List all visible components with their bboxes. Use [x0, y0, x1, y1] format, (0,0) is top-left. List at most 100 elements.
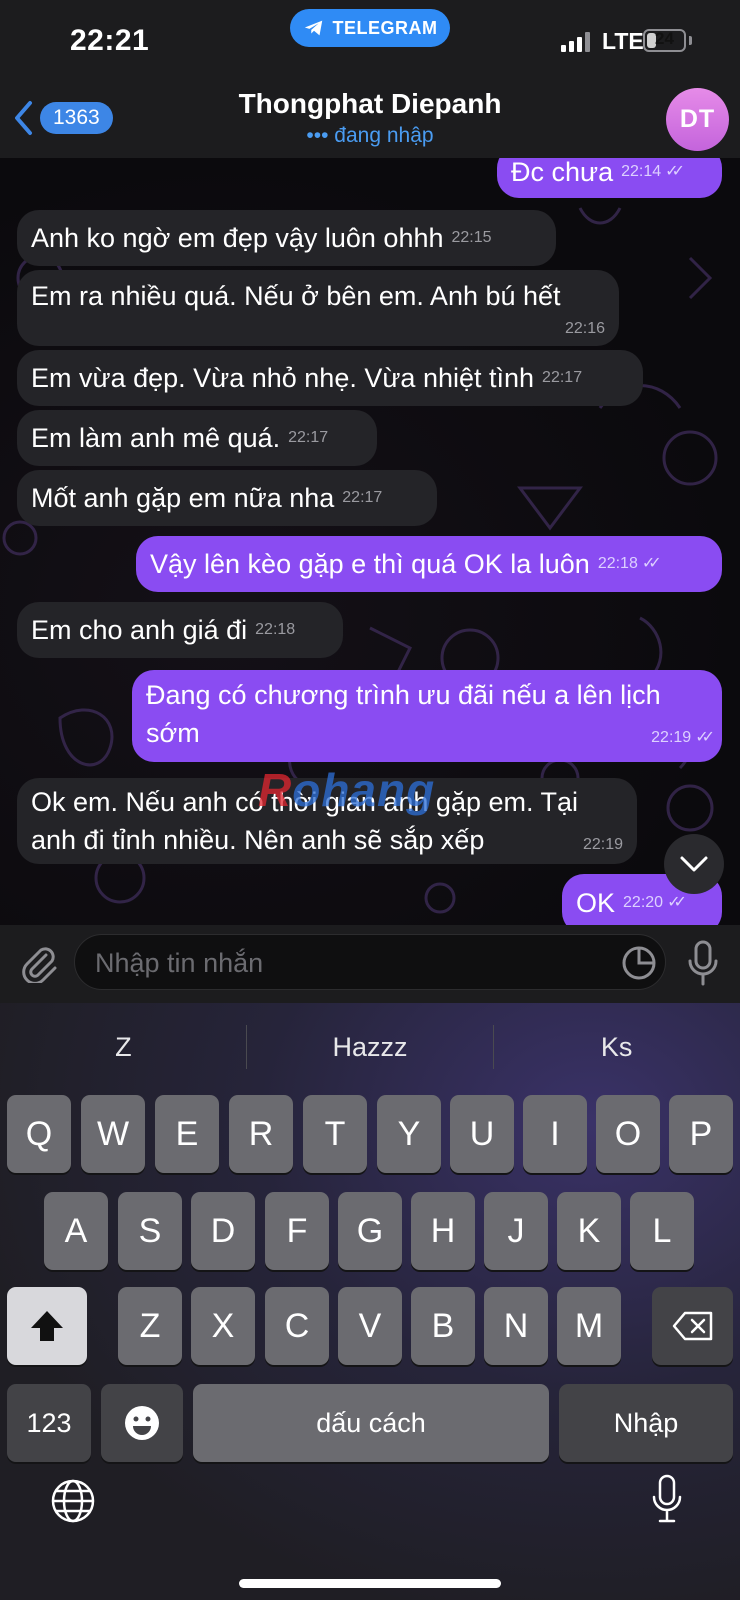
message-text-line2: anh đi tỉnh nhiều. Nên anh sẽ sắp xếp: [31, 825, 485, 855]
shift-icon: [31, 1311, 63, 1341]
message-bubble[interactable]: Đc chưa 22:14 ✓✓: [497, 158, 722, 198]
message-text: Em cho anh giá đi: [31, 615, 248, 645]
contact-name[interactable]: Thongphat Diepanh: [0, 88, 740, 120]
read-checks-icon: ✓✓: [665, 163, 685, 180]
sticker-icon[interactable]: [621, 945, 657, 981]
message-bubble[interactable]: Mốt anh gặp em nữa nha 22:17: [17, 470, 437, 526]
signal-icon: [561, 30, 590, 52]
read-checks-icon: ✓✓: [641, 555, 662, 572]
backspace-icon: [672, 1311, 712, 1341]
telegram-pill[interactable]: TELEGRAM: [290, 9, 450, 47]
message-time: 22:18: [597, 555, 638, 572]
message-text: Em vừa đẹp. Vừa nhỏ nhẹ. Vừa nhiệt tình: [31, 363, 535, 393]
key-a[interactable]: A: [44, 1192, 108, 1270]
key-b[interactable]: B: [411, 1287, 475, 1365]
message-text: Vậy lên kèo gặp e thì quá OK la luôn: [150, 549, 590, 579]
numbers-key[interactable]: 123: [7, 1384, 91, 1462]
telegram-icon: [304, 20, 322, 36]
message-time: 22:16: [564, 320, 605, 337]
message-text: Anh ko ngờ em đẹp vậy luôn ohhh: [31, 223, 444, 253]
return-key[interactable]: Nhập: [559, 1384, 733, 1462]
backspace-key[interactable]: [652, 1287, 733, 1365]
key-z[interactable]: Z: [118, 1287, 182, 1365]
key-i[interactable]: I: [523, 1095, 587, 1173]
key-y[interactable]: Y: [377, 1095, 441, 1173]
shift-key[interactable]: [7, 1287, 87, 1365]
key-v[interactable]: V: [338, 1287, 402, 1365]
message-field[interactable]: [74, 934, 666, 990]
home-indicator[interactable]: [239, 1579, 501, 1588]
message-input[interactable]: [95, 943, 585, 983]
message-time: 22:17: [288, 429, 329, 446]
message-bubble[interactable]: Em vừa đẹp. Vừa nhỏ nhẹ. Vừa nhiệt tình …: [17, 350, 643, 406]
message-time: 22:20: [623, 894, 664, 911]
globe-icon[interactable]: [50, 1478, 96, 1524]
message-time: 22:19: [651, 729, 692, 746]
key-f[interactable]: F: [265, 1192, 329, 1270]
message-bubble[interactable]: Vậy lên kèo gặp e thì quá OK la luôn 22:…: [136, 536, 722, 592]
key-k[interactable]: K: [557, 1192, 621, 1270]
message-input-bar: [0, 925, 740, 1003]
key-d[interactable]: D: [191, 1192, 255, 1270]
suggestion-1[interactable]: Z: [0, 1003, 247, 1091]
key-u[interactable]: U: [450, 1095, 514, 1173]
key-o[interactable]: O: [596, 1095, 660, 1173]
key-p[interactable]: P: [669, 1095, 733, 1173]
message-time: 22:18: [255, 621, 296, 638]
message-text: Em ra nhiều quá. Nếu ở bên em. Anh bú hế…: [31, 281, 561, 311]
chat-area[interactable]: Đc chưa 22:14 ✓✓ Anh ko ngờ em đẹp vậy l…: [0, 158, 740, 925]
message-time: 22:17: [542, 369, 583, 386]
message-bubble[interactable]: Anh ko ngờ em đẹp vậy luôn ohhh 22:15: [17, 210, 556, 266]
message-bubble[interactable]: Em làm anh mê quá. 22:17: [17, 410, 377, 466]
message-time: 22:15: [451, 229, 492, 246]
message-time: 22:14: [621, 163, 662, 180]
battery-level: 24: [655, 29, 674, 48]
mic-icon[interactable]: [686, 939, 720, 987]
key-m[interactable]: M: [557, 1287, 621, 1365]
battery-tip: [689, 36, 692, 45]
scroll-to-bottom-button[interactable]: [664, 834, 724, 894]
message-text-line2: sớm: [146, 718, 200, 748]
keyboard: Z Hazzz Ks Q W E R T Y U I O P A S D F G…: [0, 1003, 740, 1600]
key-e[interactable]: E: [155, 1095, 219, 1173]
read-checks-icon: ✓✓: [695, 729, 715, 746]
key-h[interactable]: H: [411, 1192, 475, 1270]
network-label: LTE: [602, 28, 644, 54]
emoji-key[interactable]: [101, 1384, 183, 1462]
key-g[interactable]: G: [338, 1192, 402, 1270]
key-c[interactable]: C: [265, 1287, 329, 1365]
key-q[interactable]: Q: [7, 1095, 71, 1173]
suggestion-divider: [493, 1025, 494, 1069]
key-x[interactable]: X: [191, 1287, 255, 1365]
typing-status: ••• đang nhập: [306, 124, 434, 147]
message-text: Đc chưa: [511, 158, 614, 187]
attach-icon[interactable]: [18, 943, 58, 983]
key-l[interactable]: L: [630, 1192, 694, 1270]
battery-icon: 24: [643, 29, 686, 52]
key-r[interactable]: R: [229, 1095, 293, 1173]
message-bubble[interactable]: Đang có chương trình ưu đãi nếu a lên lị…: [132, 670, 722, 762]
key-t[interactable]: T: [303, 1095, 367, 1173]
message-time: 22:19: [582, 836, 623, 853]
key-w[interactable]: W: [81, 1095, 145, 1173]
avatar[interactable]: DT: [666, 88, 729, 151]
chevron-down-icon: [680, 856, 708, 872]
message-text: Mốt anh gặp em nữa nha: [31, 483, 335, 513]
status-bar: 22:21 TELEGRAM LTE 24: [0, 0, 740, 82]
message-time: 22:17: [342, 489, 383, 506]
suggestion-2[interactable]: Hazzz: [247, 1003, 494, 1091]
key-j[interactable]: J: [484, 1192, 548, 1270]
message-text: Em làm anh mê quá.: [31, 423, 281, 453]
message-text: OK: [576, 888, 616, 918]
key-s[interactable]: S: [118, 1192, 182, 1270]
key-n[interactable]: N: [484, 1287, 548, 1365]
emoji-icon: [125, 1406, 159, 1440]
message-text-line1: Đang có chương trình ưu đãi nếu a lên lị…: [146, 680, 661, 710]
message-bubble[interactable]: Em ra nhiều quá. Nếu ở bên em. Anh bú hế…: [17, 270, 619, 346]
message-bubble[interactable]: Em cho anh giá đi 22:18: [17, 602, 343, 658]
telegram-pill-label: TELEGRAM: [332, 17, 438, 38]
suggestion-bar: Z Hazzz Ks: [0, 1003, 740, 1091]
suggestion-3[interactable]: Ks: [493, 1003, 740, 1091]
space-key[interactable]: dấu cách: [193, 1384, 549, 1462]
dictation-icon[interactable]: [650, 1473, 684, 1525]
